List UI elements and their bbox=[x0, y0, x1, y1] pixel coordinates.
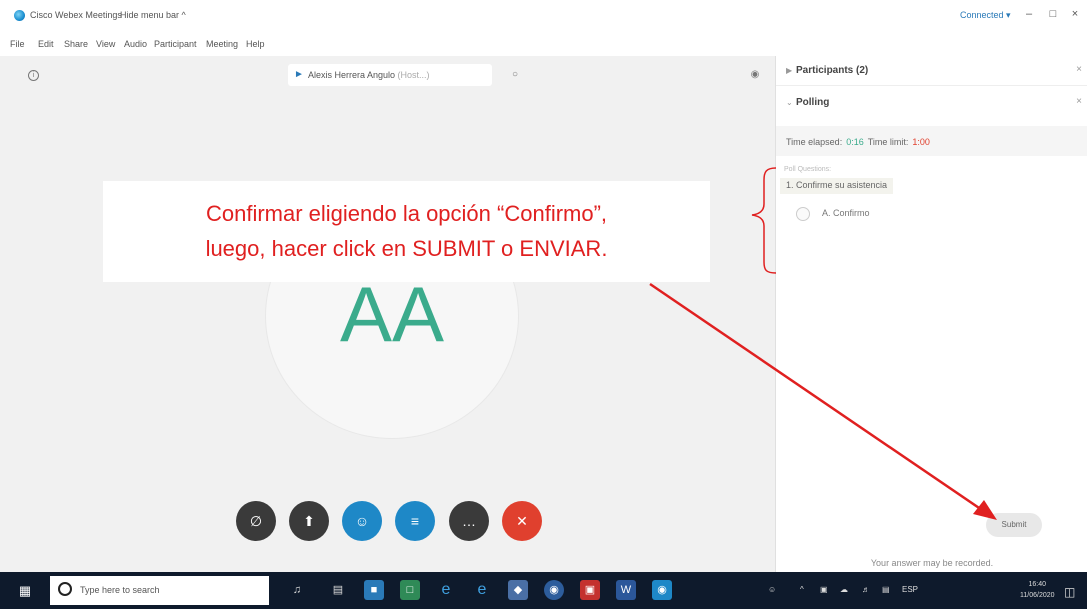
record-note: Your answer may be recorded. bbox=[870, 558, 994, 568]
share-button[interactable]: ⬆ bbox=[289, 501, 329, 541]
menu-audio[interactable]: Audio bbox=[124, 39, 147, 49]
windows-start-icon[interactable]: ▦ bbox=[8, 582, 42, 600]
mute-button[interactable]: ∅ bbox=[236, 501, 276, 541]
participants-panel-header[interactable]: ▶ Participants (2) × bbox=[776, 56, 1087, 86]
menu-help[interactable]: Help bbox=[246, 39, 265, 49]
info-icon[interactable]: i bbox=[28, 70, 39, 81]
task-view-icon[interactable]: ▤ bbox=[328, 580, 348, 600]
avatar-initials: AA bbox=[339, 270, 445, 358]
participants-button[interactable]: ☺ bbox=[342, 501, 382, 541]
instruction-line-2: luego, hacer click en SUBMIT o ENVIAR. bbox=[205, 236, 608, 261]
person-icon[interactable]: ☺ bbox=[768, 585, 776, 594]
speaker-role: (Host...) bbox=[395, 70, 430, 80]
edge-legacy-icon[interactable]: e bbox=[436, 580, 456, 600]
close-window-button[interactable]: × bbox=[1068, 8, 1082, 20]
menu-bar: File Edit Share View Audio Participant M… bbox=[0, 30, 1087, 56]
participants-title: Participants (2) bbox=[796, 65, 869, 76]
chevron-right-icon: ▶ bbox=[786, 66, 793, 75]
search-placeholder: Type here to search bbox=[80, 585, 160, 595]
speaker-name: Alexis Herrera Angulo bbox=[308, 70, 396, 80]
pdf-icon[interactable]: ▣ bbox=[580, 580, 600, 600]
word-icon[interactable]: W bbox=[616, 580, 636, 600]
polling-title: Polling bbox=[796, 97, 830, 108]
speaker-icon: ► bbox=[294, 69, 304, 80]
title-bar: Cisco Webex Meetings Hide menu bar ^ Con… bbox=[0, 0, 1087, 30]
menu-view[interactable]: View bbox=[96, 39, 115, 49]
option-label[interactable]: A. Confirmo bbox=[822, 208, 870, 218]
app-icon-2[interactable]: ◆ bbox=[508, 580, 528, 600]
poll-timer: Time elapsed: 0:16 Time limit: 1:00 bbox=[776, 126, 1087, 156]
option-radio[interactable] bbox=[796, 207, 810, 221]
time-limit-label: Time limit: bbox=[867, 137, 909, 147]
clock-date: 11/06/2020 bbox=[1020, 592, 1055, 599]
more-options-button[interactable]: … bbox=[449, 501, 489, 541]
app-title: Cisco Webex Meetings bbox=[30, 10, 122, 20]
webex-logo-icon bbox=[14, 10, 25, 21]
webex-taskbar-icon[interactable]: ◉ bbox=[652, 580, 672, 600]
maximize-button[interactable]: □ bbox=[1046, 8, 1060, 20]
polling-panel-header[interactable]: ⌄ Polling × bbox=[776, 88, 1087, 118]
clock-time: 16:40 bbox=[1028, 581, 1047, 588]
poll-question: 1. Confirme su asistencia bbox=[780, 178, 894, 194]
taskbar: ▦ Type here to search ♫ ▤ ■ □ e e ◆ ◉ ▣ … bbox=[0, 572, 1087, 609]
search-icon bbox=[58, 582, 72, 596]
layout-icon[interactable]: ○ bbox=[506, 66, 524, 84]
chevron-down-icon: ⌄ bbox=[786, 98, 793, 107]
connection-status-dropdown[interactable]: Connected ▾ bbox=[960, 10, 1011, 21]
menu-share[interactable]: Share bbox=[64, 39, 88, 49]
time-limit-value: 1:00 bbox=[912, 137, 930, 147]
clock[interactable]: 16:40 11/06/2020 bbox=[1020, 579, 1055, 601]
chevron-up-icon[interactable]: ^ bbox=[800, 585, 804, 594]
minimize-button[interactable]: – bbox=[1022, 8, 1036, 20]
taskbar-search-input[interactable]: Type here to search bbox=[50, 576, 269, 605]
tray-app-icon[interactable]: ▣ bbox=[820, 585, 828, 594]
cloud-icon[interactable]: ☁ bbox=[840, 585, 848, 594]
instruction-callout: Confirmar eligiendo la opción “Confirmo”… bbox=[103, 181, 710, 282]
time-elapsed-label: Time elapsed: bbox=[786, 137, 843, 147]
notifications-icon[interactable]: ◫ bbox=[1064, 585, 1075, 599]
submit-button[interactable]: Submit bbox=[986, 513, 1042, 537]
network-icon[interactable]: ▤ bbox=[882, 585, 890, 594]
active-speaker-label: ► Alexis Herrera Angulo (Host...) bbox=[288, 64, 492, 86]
poll-questions-label: Poll Questions: bbox=[784, 166, 832, 173]
close-icon[interactable]: × bbox=[1076, 96, 1082, 107]
leave-meeting-button[interactable]: ✕ bbox=[502, 501, 542, 541]
volume-icon[interactable]: ♬ bbox=[862, 585, 870, 594]
hide-menu-bar-button[interactable]: Hide menu bar ^ bbox=[120, 10, 186, 20]
side-panel: ▶ Participants (2) × ⌄ Polling × Time el… bbox=[775, 56, 1087, 572]
edge-icon[interactable]: e bbox=[472, 580, 492, 600]
language-indicator[interactable]: ESP bbox=[902, 585, 918, 594]
video-area: i ► Alexis Herrera Angulo (Host...) ○ ◉ … bbox=[0, 56, 775, 572]
microphone-icon[interactable]: ♫ bbox=[287, 580, 307, 600]
menu-participant[interactable]: Participant bbox=[154, 39, 197, 49]
close-icon[interactable]: × bbox=[1076, 64, 1082, 75]
fullscreen-icon[interactable]: ◉ bbox=[746, 66, 764, 84]
menu-meeting[interactable]: Meeting bbox=[206, 39, 238, 49]
chrome-icon[interactable]: ◉ bbox=[544, 580, 564, 600]
menu-file[interactable]: File bbox=[10, 39, 25, 49]
poll-button[interactable]: ≡ bbox=[395, 501, 435, 541]
store-icon[interactable]: ■ bbox=[364, 580, 384, 600]
menu-edit[interactable]: Edit bbox=[38, 39, 54, 49]
app-icon[interactable]: □ bbox=[400, 580, 420, 600]
instruction-line-1: Confirmar eligiendo la opción “Confirmo”… bbox=[205, 201, 608, 226]
time-elapsed-value: 0:16 bbox=[846, 137, 864, 147]
